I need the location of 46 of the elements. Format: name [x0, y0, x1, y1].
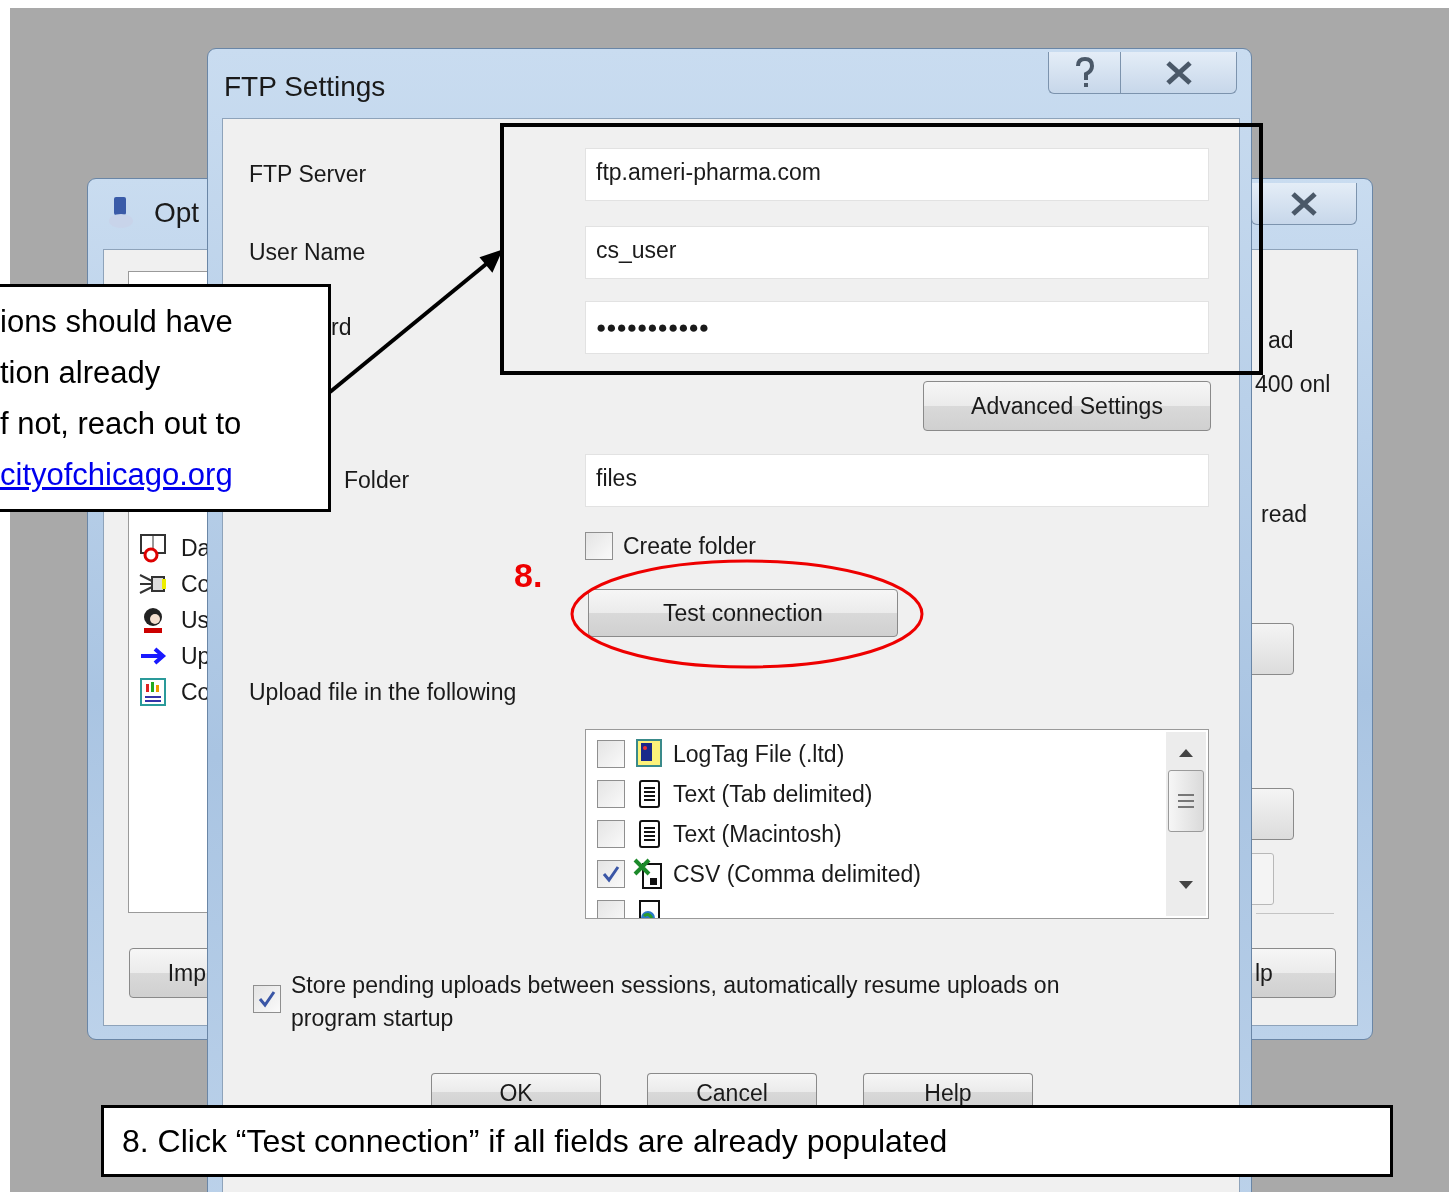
- option-label: read: [1261, 501, 1308, 528]
- field-label: Folder: [343, 467, 411, 494]
- callout-text: ions should have tion already f not, reach out to cityofchicago.org: [0, 303, 243, 494]
- list-item[interactable]: Text (Macintosh): [673, 820, 842, 848]
- field-label: rd: [330, 314, 353, 341]
- checkbox-label[interactable]: Store pending uploads between sessions, automatically resume uploads on program startup: [291, 969, 1151, 1035]
- checkbox[interactable]: [597, 740, 625, 768]
- input-field[interactable]: ftp.ameri-pharma.com: [585, 148, 1209, 201]
- caption-text: 8. Click “Test connection” if all fields are already populated: [122, 1122, 948, 1160]
- option-label: ad: [1268, 327, 1294, 354]
- close-icon: [1289, 190, 1319, 217]
- list-item[interactable]: CSV (Comma delimited): [673, 860, 921, 888]
- spreadsheet-icon: [633, 858, 665, 890]
- checkbox[interactable]: [597, 780, 625, 808]
- field-label: FTP Server: [249, 161, 368, 188]
- checkbox[interactable]: [253, 985, 281, 1013]
- advanced-settings-button[interactable]: Advanced Settings: [923, 381, 1211, 431]
- down-arrow-icon: [1178, 880, 1194, 890]
- checkbox[interactable]: [585, 532, 613, 560]
- checkbox[interactable]: [597, 820, 625, 848]
- window-title: FTP Settings: [224, 71, 386, 103]
- nav-item[interactable]: Us: [181, 606, 210, 634]
- list-item[interactable]: Text (Tab delimited): [673, 780, 873, 808]
- app-icon: [106, 195, 136, 229]
- test-connection-button[interactable]: Test connection: [588, 589, 898, 637]
- up-arrow-icon: [1178, 748, 1194, 758]
- date-icon: [138, 533, 168, 563]
- input-field[interactable]: files: [585, 454, 1209, 507]
- list-item[interactable]: LogTag File (.ltd): [673, 740, 845, 768]
- section-label: Upload file in the following: [249, 679, 517, 706]
- option-label: 400 onl: [1255, 371, 1331, 398]
- window-title: Opt: [154, 197, 200, 229]
- close-button[interactable]: [1251, 183, 1357, 225]
- report-icon: [138, 677, 168, 707]
- checkbox-label[interactable]: Create folder: [623, 532, 756, 560]
- checkbox[interactable]: [597, 860, 625, 888]
- email-link[interactable]: cityofchicago.org: [0, 457, 233, 492]
- field-label: User Name: [249, 239, 367, 266]
- logger-icon: [633, 738, 665, 770]
- scroll-thumb[interactable]: [1168, 770, 1204, 832]
- close-button[interactable]: [1120, 52, 1237, 94]
- help-button[interactable]: [1048, 52, 1120, 94]
- input-field[interactable]: cs_user: [585, 226, 1209, 279]
- scrollbar[interactable]: [1166, 732, 1206, 916]
- input-field[interactable]: ●●●●●●●●●●●: [585, 301, 1209, 354]
- step-number: 8.: [514, 556, 543, 595]
